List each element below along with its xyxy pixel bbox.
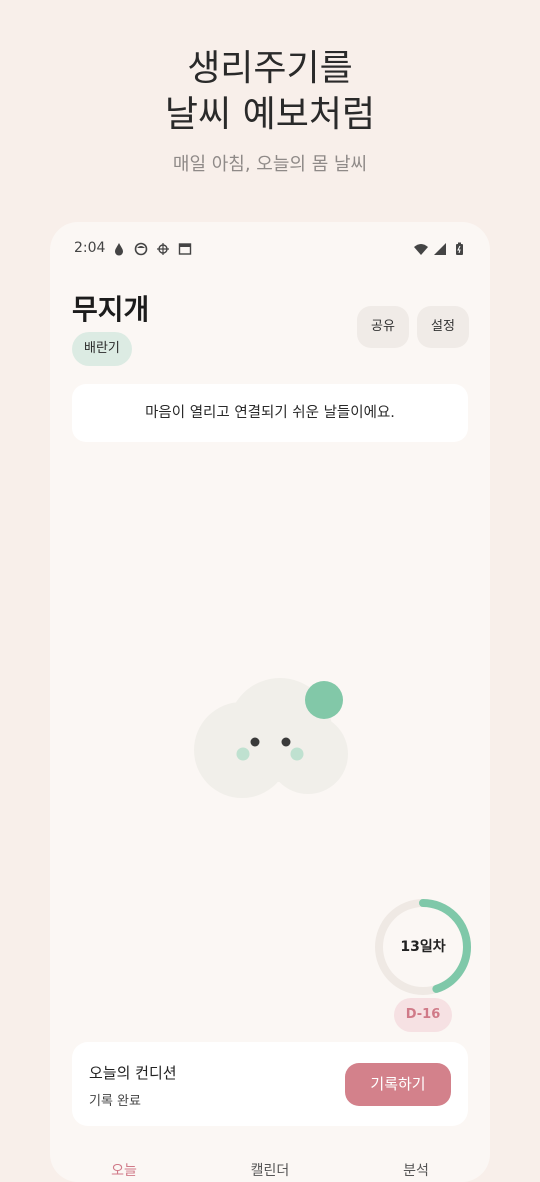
condition-status: 기록 완료 bbox=[89, 1094, 141, 1109]
page-title: 무지개 bbox=[72, 293, 150, 326]
sun-circle bbox=[305, 681, 343, 719]
wifi-icon bbox=[414, 244, 428, 255]
signal-icon bbox=[434, 243, 446, 255]
condition-card: 오늘의 컨디션 기록 완료 기록하기 bbox=[72, 1042, 468, 1126]
condition-title: 오늘의 컨디션 bbox=[89, 1064, 177, 1082]
system-icons bbox=[414, 242, 466, 256]
hero-subtitle: 매일 아침, 오늘의 몸 날씨 bbox=[172, 154, 368, 175]
hero-title: 생리주기를 날씨 예보처럼 bbox=[0, 46, 540, 138]
phone-screen: 2:04 무지개 배란기 공유 설정 마음이 열리고 연결되기 쉬운 날들이에요… bbox=[50, 222, 490, 1182]
face-icon bbox=[134, 242, 148, 256]
cycle-day-label: 13일차 bbox=[400, 939, 446, 955]
hero-title-line-1: 생리주기를 bbox=[187, 48, 353, 89]
mascot-left-eye bbox=[250, 737, 260, 747]
bottom-tab-bar: 오늘 캘린더 분석 bbox=[50, 1152, 490, 1182]
location-target-icon bbox=[157, 243, 169, 255]
tab-analysis[interactable]: 분석 bbox=[366, 1160, 466, 1180]
water-drop-icon bbox=[115, 243, 123, 256]
daily-message-card: 마음이 열리고 연결되기 쉬운 날들이에요. bbox=[72, 384, 468, 442]
notification-icons bbox=[112, 242, 192, 256]
hero-title-line-2: 날씨 예보처럼 bbox=[164, 94, 376, 135]
status-time: 2:04 bbox=[74, 240, 106, 256]
record-button[interactable]: 기록하기 bbox=[345, 1063, 451, 1106]
mascot-right-eye bbox=[281, 737, 291, 747]
mascot-right-cheek bbox=[290, 747, 304, 761]
mascot-left-cheek bbox=[236, 747, 250, 761]
battery-icon bbox=[456, 242, 463, 255]
calendar-widget-icon bbox=[178, 243, 192, 255]
tab-calendar[interactable]: 캘린더 bbox=[220, 1160, 320, 1180]
status-bar: 2:04 bbox=[74, 240, 466, 260]
share-button[interactable]: 공유 bbox=[357, 306, 409, 348]
daily-message: 마음이 열리고 연결되기 쉬운 날들이에요. bbox=[145, 405, 395, 421]
dday-badge: D-16 bbox=[394, 998, 452, 1032]
cloud-mascot-illustration bbox=[194, 678, 348, 798]
phase-badge: 배란기 bbox=[72, 332, 132, 366]
settings-button[interactable]: 설정 bbox=[417, 306, 469, 348]
tab-today[interactable]: 오늘 bbox=[74, 1160, 174, 1180]
